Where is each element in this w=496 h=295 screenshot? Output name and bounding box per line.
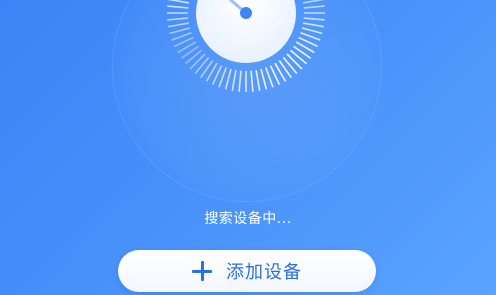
radar-tick: [169, 27, 191, 35]
radar-tick: [167, 17, 189, 21]
radar-tick: [231, 69, 237, 91]
radar-tick: [301, 27, 323, 35]
radar-tick: [168, 22, 190, 28]
radar-tick: [289, 49, 308, 65]
radar-tick: [303, 5, 325, 9]
radar-tick: [302, 22, 324, 28]
radar-tick: [260, 68, 268, 90]
radar-tick: [255, 69, 261, 91]
add-device-label: 添加设备: [226, 262, 302, 283]
radar-tick: [224, 68, 232, 90]
radar-tick: [194, 56, 210, 75]
radar-tick: [282, 56, 298, 75]
radar-tick: [303, 17, 325, 21]
radar-tick: [184, 49, 203, 65]
radar-tick: [286, 53, 303, 70]
add-device-button[interactable]: 添加设备: [118, 250, 376, 292]
radar-tick: [167, 5, 189, 9]
radar-tick: [168, 0, 190, 4]
radar-tick: [250, 70, 254, 92]
radar-tick: [302, 0, 324, 4]
radar-tick: [189, 53, 206, 70]
plus-icon: [192, 261, 212, 281]
searching-status-text: 搜索设备中...: [204, 211, 292, 227]
radar-tick: [238, 70, 242, 92]
radar-center-dot: [240, 7, 252, 19]
